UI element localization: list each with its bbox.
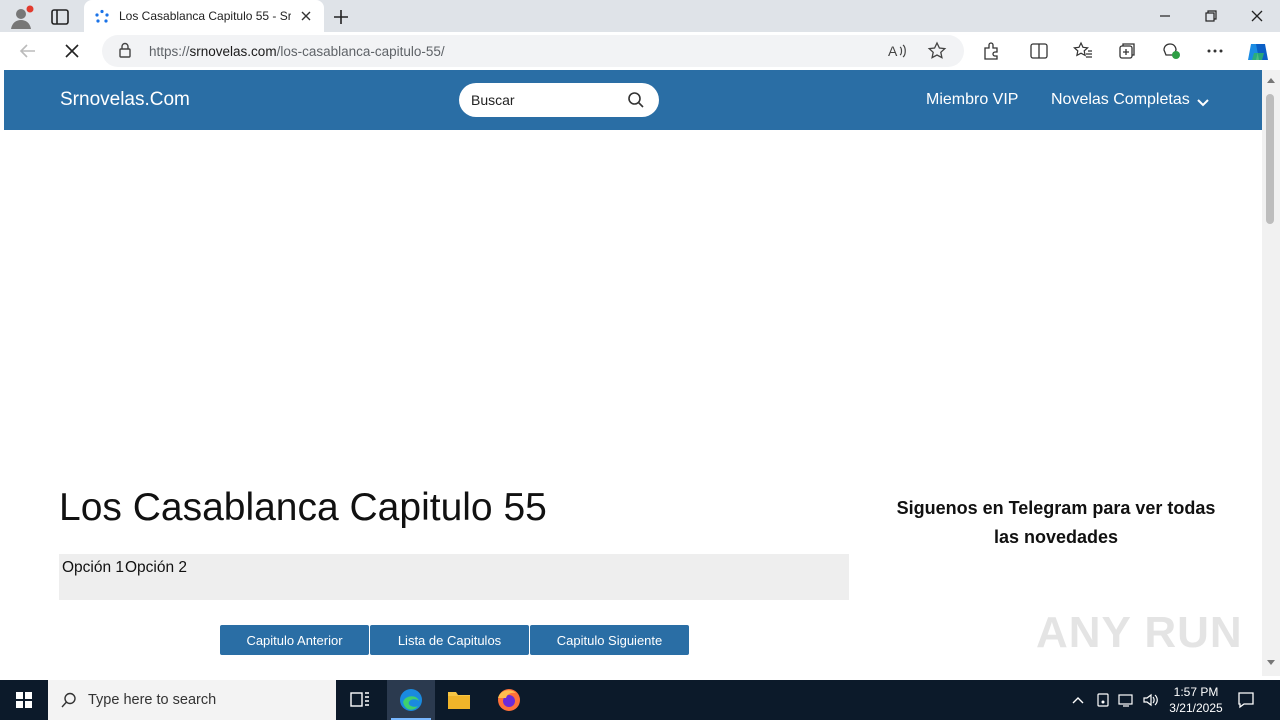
browser-toolbar: https://srnovelas.com/los-casablanca-cap… <box>0 32 1280 70</box>
edge-taskbar-icon[interactable] <box>387 680 435 720</box>
favorite-star-icon[interactable] <box>926 40 950 64</box>
notification-center-icon[interactable] <box>1236 690 1256 715</box>
page-title: Los Casablanca Capitulo 55 <box>59 486 547 529</box>
file-explorer-icon[interactable] <box>435 680 483 720</box>
next-chapter-button[interactable]: Capitulo Siguiente <box>529 624 690 656</box>
back-arrow-icon[interactable] <box>16 39 40 63</box>
task-view-icon[interactable] <box>336 680 384 720</box>
browser-essentials-icon[interactable] <box>1160 40 1184 64</box>
firefox-icon[interactable] <box>485 680 533 720</box>
copilot-icon[interactable] <box>1245 39 1269 63</box>
page-scrollbar[interactable] <box>1262 70 1280 676</box>
search-input[interactable] <box>471 90 621 110</box>
lock-icon[interactable] <box>115 40 139 64</box>
stop-loading-icon[interactable] <box>60 39 84 63</box>
chevron-down-icon[interactable] <box>1197 95 1209 107</box>
loading-spinner-icon <box>94 9 110 25</box>
profile-avatar-icon[interactable] <box>8 4 34 30</box>
url-text[interactable]: https://srnovelas.com/los-casablanca-cap… <box>149 44 445 59</box>
minimize-icon[interactable] <box>1142 4 1188 28</box>
telegram-promo[interactable]: Siguenos en Telegram para ver todas las … <box>896 494 1216 552</box>
option-1[interactable]: Opción 1 <box>62 559 124 577</box>
network-icon[interactable] <box>1117 691 1135 714</box>
anyrun-watermark: ANY RUN <box>1036 608 1243 657</box>
site-search <box>459 83 659 117</box>
player-options: Opción 1 Opción 2 <box>59 554 849 600</box>
nav-novelas-completas[interactable]: Novelas Completas <box>1051 91 1190 109</box>
screen: Los Casablanca Capitulo 55 - Srnovelas <box>0 0 1280 720</box>
browser-tab[interactable]: Los Casablanca Capitulo 55 - Srnovelas <box>84 0 324 32</box>
windows-taskbar: Type here to search 1:57 PM 3/21/2025 <box>0 680 1280 720</box>
tab-actions-icon[interactable] <box>48 6 72 28</box>
collections-icon[interactable] <box>1116 40 1140 64</box>
clock-date: 3/21/2025 <box>1169 701 1223 715</box>
split-screen-icon[interactable] <box>1028 40 1052 64</box>
close-window-icon[interactable] <box>1234 4 1280 28</box>
close-tab-icon[interactable] <box>298 8 314 24</box>
chapter-list-button[interactable]: Lista de Capitulos <box>369 624 530 656</box>
site-header: Srnovelas.Com Miembro VIP Novelas Comple… <box>4 70 1262 130</box>
restore-icon[interactable] <box>1188 4 1234 28</box>
previous-chapter-button[interactable]: Capitulo Anterior <box>219 624 370 656</box>
scrollbar-thumb[interactable] <box>1266 94 1274 224</box>
option-2[interactable]: Opción 2 <box>125 559 187 577</box>
browser-tab-strip: Los Casablanca Capitulo 55 - Srnovelas <box>0 0 1280 32</box>
nav-miembro-vip[interactable]: Miembro VIP <box>926 91 1018 109</box>
address-bar[interactable]: https://srnovelas.com/los-casablanca-cap… <box>102 35 964 67</box>
page-viewport: Srnovelas.Com Miembro VIP Novelas Comple… <box>4 70 1262 676</box>
svg-text:A: A <box>888 43 898 59</box>
new-tab-icon[interactable] <box>330 6 352 28</box>
volume-icon[interactable] <box>1141 691 1159 714</box>
device-icon[interactable] <box>1094 691 1112 714</box>
more-options-icon[interactable] <box>1204 40 1228 64</box>
extensions-icon[interactable] <box>980 40 1004 64</box>
windows-start-icon[interactable] <box>0 680 48 720</box>
favorites-icon[interactable] <box>1072 40 1096 64</box>
search-icon <box>60 691 78 714</box>
taskbar-search-box[interactable]: Type here to search <box>48 680 336 720</box>
read-aloud-icon[interactable]: A <box>886 40 910 64</box>
taskbar-search-placeholder: Type here to search <box>88 692 217 708</box>
tab-title: Los Casablanca Capitulo 55 - Srnovelas <box>119 9 291 23</box>
site-logo[interactable]: Srnovelas.Com <box>60 89 190 111</box>
search-icon[interactable] <box>627 91 645 109</box>
taskbar-clock[interactable]: 1:57 PM 3/21/2025 <box>1166 684 1226 716</box>
clock-time: 1:57 PM <box>1173 685 1219 699</box>
show-hidden-icons-icon[interactable] <box>1070 692 1086 713</box>
